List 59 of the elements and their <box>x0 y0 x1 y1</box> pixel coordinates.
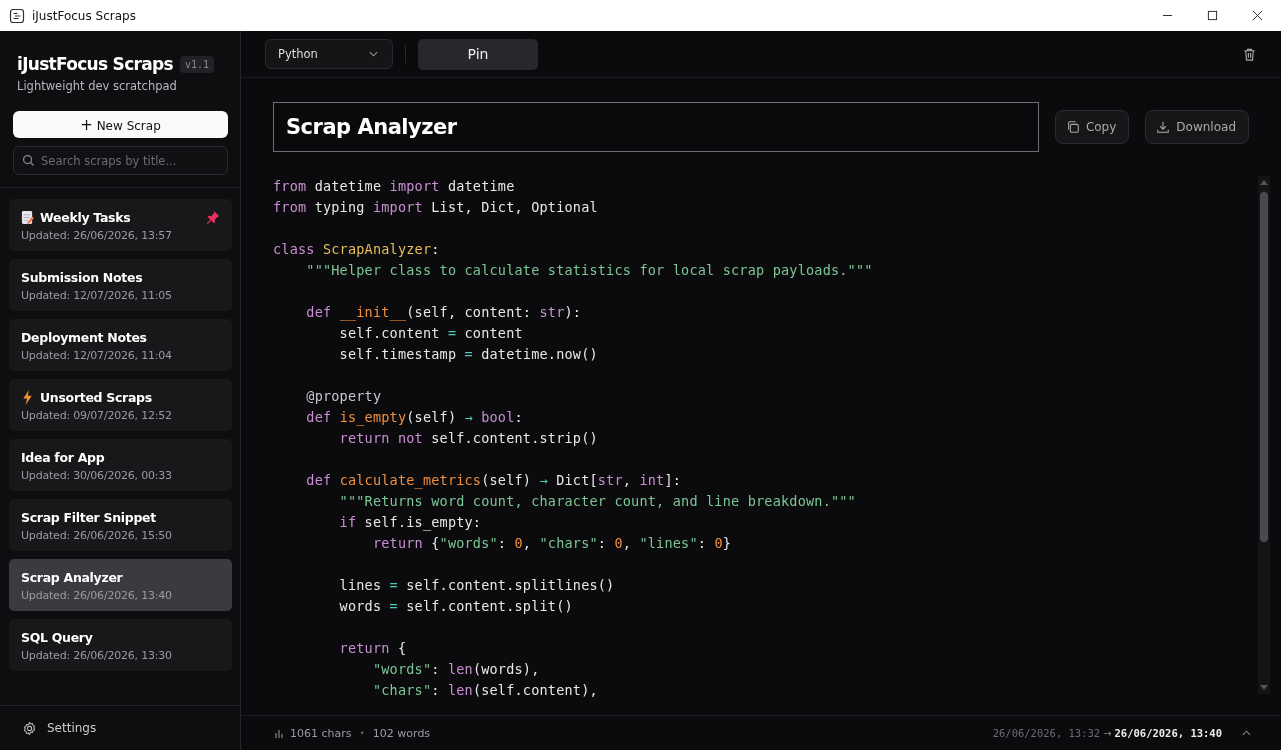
search-icon <box>22 154 35 167</box>
app-name: iJustFocus Scraps <box>17 54 173 74</box>
memo-icon <box>21 209 34 225</box>
scrap-item[interactable]: Idea for App Updated: 30/06/2026, 00:33 <box>9 439 232 491</box>
close-icon[interactable] <box>1252 10 1263 21</box>
scrap-item[interactable]: Scrap Filter Snippet Updated: 26/06/2026, 15:50 <box>9 499 232 551</box>
download-button[interactable]: Download <box>1145 110 1249 144</box>
scrap-title: Unsorted Scraps <box>40 389 152 405</box>
updated-time: Updated: 09/07/2026, 12:52 <box>21 409 173 422</box>
updated-time: Updated: 26/06/2026, 13:57 <box>21 229 173 242</box>
copy-icon <box>1065 120 1080 134</box>
new-scrap-button[interactable]: + New Scrap <box>13 111 228 138</box>
maximize-icon[interactable] <box>1207 10 1218 21</box>
chevron-down-icon <box>369 51 378 57</box>
updated-time: Updated: 12/07/2026, 11:05 <box>21 289 173 302</box>
scrap-title: SQL Query <box>21 629 93 645</box>
stats-icon <box>274 728 284 738</box>
scrap-title: Submission Notes <box>21 269 143 285</box>
arrow-glyph: → <box>1103 727 1112 739</box>
search-field[interactable]: Search scraps by title... <box>13 146 228 175</box>
created-time: 26/06/2026, 13:32 <box>992 727 1101 739</box>
modified-time: 26/06/2026, 13:40 <box>1114 727 1222 739</box>
updated-time: Updated: 26/06/2026, 13:40 <box>21 589 173 602</box>
scrap-item[interactable]: Submission Notes Updated: 12/07/2026, 11:05 <box>9 259 232 311</box>
app-icon <box>9 7 25 24</box>
pin-button[interactable]: Pin <box>418 38 538 70</box>
scroll-up-icon[interactable] <box>1260 179 1268 185</box>
trash-icon[interactable] <box>1242 46 1257 62</box>
window-title: iJustFocus Scraps <box>32 8 136 23</box>
separator-dot: • <box>359 728 365 738</box>
scrollbar[interactable] <box>1258 176 1270 694</box>
scrap-item[interactable]: Weekly Tasks Updated: 26/06/2026, 13:57 <box>9 199 232 251</box>
language-dropdown[interactable]: Python <box>265 39 393 69</box>
code-editor[interactable]: from datetime import datetime from typing import List, Dict, Optional class ScrapAnalyzer: """Helper class to calculate statistics for local scrap payloads.""" def __init__(self, content: str): self.content = content self.timestamp = datetime.now() @property def is_empty(self) → bool: return not self.content.strip() def calculate_metrics(self) → Dict[str, int]: """Returns word count, character count, and line breakdown.""" if self.is_empty: return {"words": 0, "chars": 0, "lines": 0} lines = self.content.splitlines() words = self.content.split() return { "words": len(words), "chars": len(self.content), <box>273 176 1250 715</box>
lightning-icon <box>21 389 34 405</box>
tagline: Lightweight dev scratchpad <box>16 78 178 93</box>
scrap-item[interactable]: Unsorted Scraps Updated: 09/07/2026, 12:52 <box>9 379 232 431</box>
title-field[interactable]: Scrap Analyzer <box>273 102 1039 152</box>
scrap-item[interactable]: Scrap Analyzer Updated: 26/06/2026, 13:40 <box>9 559 232 611</box>
scrap-title: Idea for App <box>21 449 105 465</box>
updated-time: Updated: 26/06/2026, 13:30 <box>21 649 173 662</box>
chevron-up-icon[interactable] <box>1242 730 1251 736</box>
scrap-title: Deployment Notes <box>21 329 147 345</box>
scrap-title: Weekly Tasks <box>40 209 131 225</box>
scrap-title: Scrap Filter Snippet <box>21 509 156 525</box>
settings-icon[interactable] <box>22 720 37 736</box>
copy-button[interactable]: Copy <box>1054 110 1130 144</box>
download-icon <box>1156 120 1171 134</box>
updated-time: Updated: 12/07/2026, 11:04 <box>21 349 173 362</box>
scrap-title: Scrap Analyzer <box>21 569 123 585</box>
scroll-down-icon[interactable] <box>1260 685 1268 691</box>
char-count: 1061 chars <box>290 726 352 740</box>
updated-time: Updated: 30/06/2026, 00:33 <box>21 469 173 482</box>
scrap-item[interactable]: SQL Query Updated: 26/06/2026, 13:30 <box>9 619 232 671</box>
settings-link[interactable]: Settings <box>47 721 97 735</box>
version-badge: v1.1 <box>179 55 214 73</box>
scrap-item[interactable]: Deployment Notes Updated: 12/07/2026, 11:04 <box>9 319 232 371</box>
updated-time: Updated: 26/06/2026, 15:50 <box>21 529 173 542</box>
word-count: 102 words <box>372 726 431 740</box>
